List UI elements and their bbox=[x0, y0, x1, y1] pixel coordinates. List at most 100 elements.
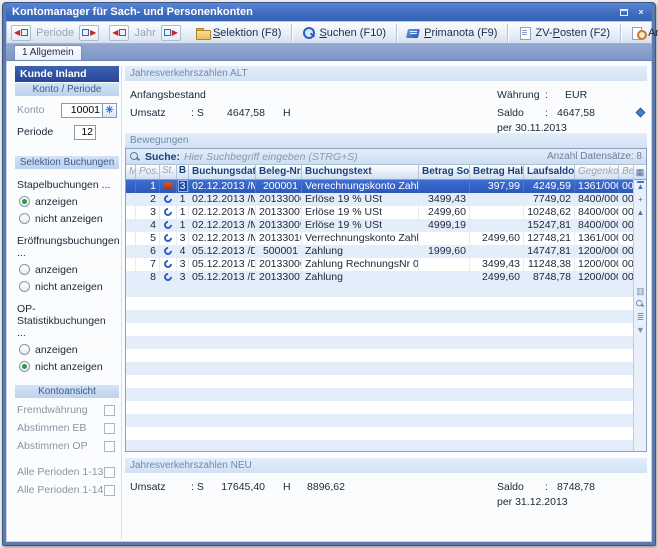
cell-m bbox=[126, 232, 136, 245]
scroll-up-icon[interactable]: ▲ bbox=[634, 206, 647, 219]
cell-soll bbox=[419, 258, 470, 271]
radio-groups: Stapelbuchungen ... anzeigen nicht anzeige… bbox=[15, 179, 119, 373]
column-header-betraghaben[interactable]: Betrag Haben bbox=[470, 165, 524, 179]
empty-row bbox=[126, 375, 646, 388]
table-row[interactable]: 2102.12.2013 /Mo20133006Erlöse 19 % USt3… bbox=[126, 193, 646, 206]
umsatz-prefix: : S bbox=[191, 107, 204, 119]
checkbox-list: Fremdwährung Abstimmen EB Abstimmen OP Alle… bbox=[15, 404, 119, 496]
checkbox-icon bbox=[104, 467, 115, 478]
toolbar-separator bbox=[291, 24, 292, 42]
cell-gegenkonto: 8400/000 bbox=[575, 206, 619, 219]
saldo-neu-label: Saldo bbox=[497, 481, 524, 493]
scroll-to-top-icon[interactable]: ▲ bbox=[634, 180, 647, 193]
cell-b: 3 bbox=[177, 180, 189, 193]
radio-option-1-1[interactable]: nicht anzeigen bbox=[19, 280, 117, 293]
konto-field-row: Konto ✳ bbox=[17, 102, 117, 118]
column-header-b[interactable]: B bbox=[177, 165, 189, 179]
table-row[interactable]: 4102.12.2013 /Mo20133009Erlöse 19 % USt4… bbox=[126, 219, 646, 232]
search-input[interactable]: Hier Suchbegriff eingeben (STRG+S) bbox=[184, 151, 543, 163]
column-header-buchungstext[interactable]: Buchungstext bbox=[302, 165, 419, 179]
filter-icon[interactable]: ▼ bbox=[634, 324, 647, 337]
cell-datum: 02.12.2013 /Mo bbox=[189, 180, 256, 193]
column-header-betragsoll[interactable]: Betrag Soll bbox=[419, 165, 470, 179]
checkbox-row-3[interactable]: Alle Perioden 1-13 bbox=[17, 466, 117, 478]
close-button[interactable]: × bbox=[634, 6, 648, 18]
radio-option-0-1[interactable]: nicht anzeigen bbox=[19, 212, 117, 225]
splitter-grip-icon[interactable] bbox=[636, 108, 646, 118]
radio-option-1-0[interactable]: anzeigen bbox=[19, 263, 117, 276]
tab-allgemein[interactable]: 1 Allgemein bbox=[14, 45, 82, 60]
table-row[interactable]: 3102.12.2013 /Mo20133007Erlöse 19 % USt2… bbox=[126, 206, 646, 219]
cell-haben: 3499,43 bbox=[470, 258, 524, 271]
radio-group-label-0: Stapelbuchungen ... bbox=[17, 179, 117, 191]
toolbar-button-selektion[interactable]: Selektion (F8) bbox=[191, 25, 286, 41]
grid-side-toolbar: ▦ ▲ + ▲ ▥ ≣ ▼ bbox=[633, 165, 646, 451]
konto-lookup-button[interactable]: ✳ bbox=[103, 103, 117, 118]
jahr-next-button[interactable]: ▶ bbox=[161, 25, 181, 41]
column-header-belegnr[interactable]: Beleg-Nr. bbox=[256, 165, 302, 179]
posting-brown-icon bbox=[164, 182, 173, 190]
column-header-buchungsdatum[interactable]: Buchungsdatum▲ bbox=[189, 165, 256, 179]
checkbox-row-2[interactable]: Abstimmen OP bbox=[17, 440, 117, 452]
arrow-left-icon: ◀ bbox=[112, 29, 118, 37]
table-row[interactable]: 5302.12.2013 /Mo20133010Verrechnungskont… bbox=[126, 232, 646, 245]
column-header-pos[interactable]: Pos.▼ bbox=[136, 165, 160, 179]
folder-icon bbox=[196, 27, 210, 39]
checkbox-label: Abstimmen OP bbox=[17, 440, 104, 452]
table-row[interactable]: 6405.12.2013 /Do500001Zahlung1999,601474… bbox=[126, 245, 646, 258]
toolbar-button-primanota[interactable]: Primanota (F9) bbox=[402, 25, 502, 41]
umsatz-neu-soll-value: 17645,40 bbox=[210, 481, 265, 493]
table-row[interactable]: 7305.12.2013 /Do20133006Zahlung Rechnung… bbox=[126, 258, 646, 271]
cell-b: 1 bbox=[177, 206, 189, 219]
restore-button[interactable] bbox=[617, 6, 631, 18]
umsatz-label: Umsatz bbox=[130, 107, 166, 119]
record-count: Anzahl Datensätze: 8 bbox=[547, 151, 642, 162]
columns-icon[interactable]: ▥ bbox=[634, 285, 647, 298]
cell-gegenkonto: 1200/000 bbox=[575, 271, 619, 284]
cell-st bbox=[160, 193, 177, 206]
cell-beleg: 20133010 bbox=[256, 232, 302, 245]
toolbar-buttons: Selektion (F8) Suchen (F10) Primanota (F9)… bbox=[191, 24, 658, 42]
column-header-st[interactable]: St. bbox=[160, 165, 177, 179]
periode-next-button[interactable]: ▶ bbox=[79, 25, 99, 41]
column-header-m[interactable]: M bbox=[126, 165, 136, 179]
focused-cell: 3 bbox=[178, 180, 188, 192]
cell-soll: 4999,19 bbox=[419, 219, 470, 232]
grid-search-icon[interactable] bbox=[634, 298, 647, 311]
column-header-gegenkonto[interactable]: Gegenkonto bbox=[575, 165, 619, 179]
radio-option-2-1[interactable]: nicht anzeigen bbox=[19, 360, 117, 373]
empty-row bbox=[126, 362, 646, 375]
toolbar-button-ansicht[interactable]: Ansicht bbox=[626, 25, 658, 41]
checkbox-row-0[interactable]: Fremdwährung bbox=[17, 404, 117, 416]
periode-nav: ◀ Periode ▶ bbox=[11, 25, 99, 41]
account-name-header: Kunde Inland bbox=[15, 66, 119, 82]
summary-icon[interactable]: ≣ bbox=[634, 311, 647, 324]
checkbox-row-4[interactable]: Alle Perioden 1-14 bbox=[17, 484, 117, 496]
toolbar-button-zv-posten[interactable]: ZV-Posten (F2) bbox=[513, 25, 615, 41]
table-row[interactable]: 8305.12.2013 /Do20133007Zahlung2499,6087… bbox=[126, 271, 646, 284]
radio-icon bbox=[19, 196, 30, 207]
saldo-neu-per-date: per 31.12.2013 bbox=[497, 496, 568, 508]
cell-laufsaldo: 8748,78 bbox=[524, 271, 575, 284]
checkbox-row-1[interactable]: Abstimmen EB bbox=[17, 422, 117, 434]
cell-st bbox=[160, 219, 177, 232]
konto-input[interactable] bbox=[61, 103, 103, 118]
grid-body: 1302.12.2013 /Mo200001Verrechnungskonto … bbox=[126, 180, 646, 452]
toolbar-button-suchen[interactable]: Suchen (F10) bbox=[297, 25, 391, 41]
table-row[interactable]: 1302.12.2013 /Mo200001Verrechnungskonto … bbox=[126, 180, 646, 193]
cell-beleg: 200001 bbox=[256, 180, 302, 193]
column-header-laufsaldo[interactable]: Laufsaldo bbox=[524, 165, 575, 179]
cell-haben bbox=[470, 245, 524, 258]
radio-option-2-0[interactable]: anzeigen bbox=[19, 343, 117, 356]
jahr-prev-button[interactable]: ◀ bbox=[109, 25, 129, 41]
restore-icon bbox=[620, 9, 628, 16]
close-icon: × bbox=[638, 7, 643, 17]
periode-input[interactable] bbox=[74, 125, 96, 140]
cell-beleg: 500001 bbox=[256, 245, 302, 258]
add-row-icon[interactable]: + bbox=[634, 193, 647, 206]
radio-option-0-0[interactable]: anzeigen bbox=[19, 195, 117, 208]
waehrung-label: Währung bbox=[497, 89, 540, 101]
saldo-alt-label: Saldo bbox=[497, 107, 524, 119]
column-chooser-icon[interactable]: ▦ bbox=[634, 165, 646, 180]
periode-prev-button[interactable]: ◀ bbox=[11, 25, 31, 41]
